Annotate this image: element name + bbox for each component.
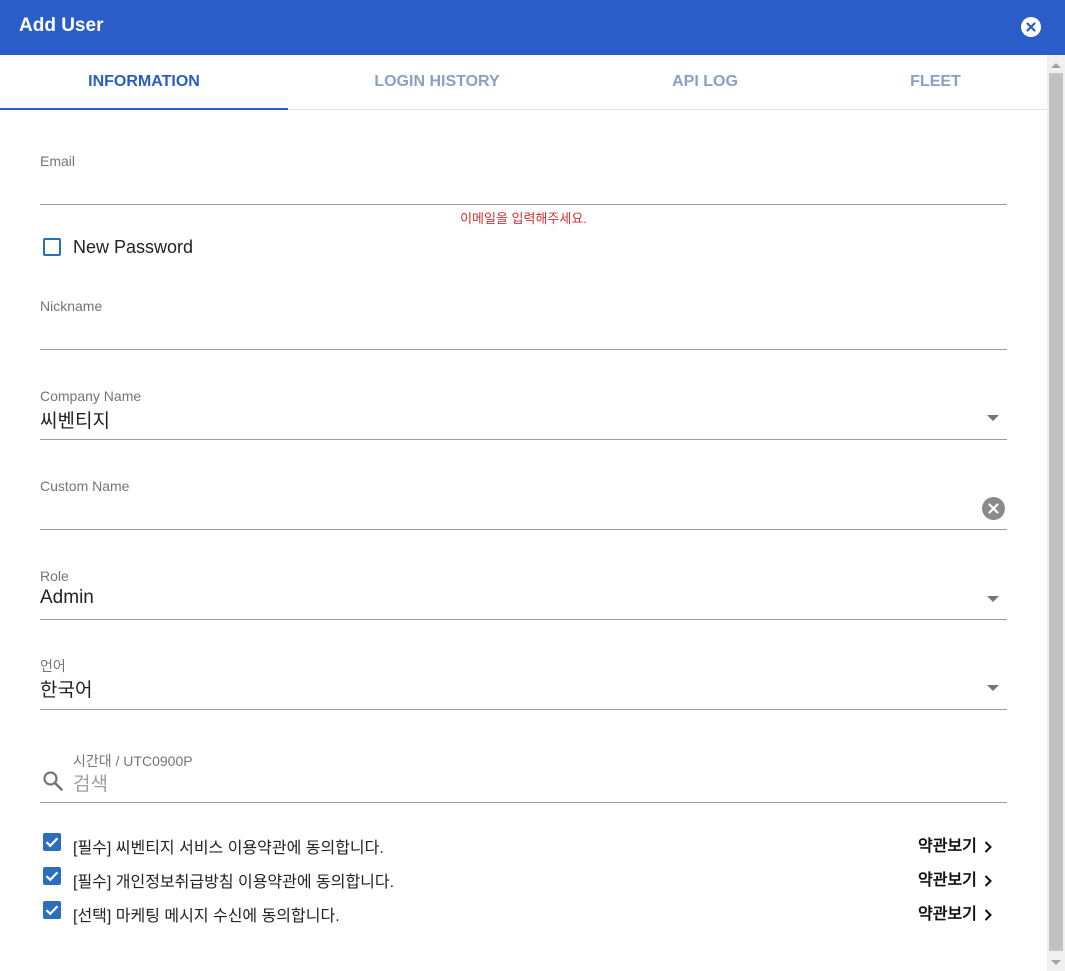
agreement-text-marketing: [선택] 마케팅 메시지 수신에 동의합니다. — [73, 908, 340, 925]
custom-name-label: Custom Name — [40, 478, 130, 494]
timezone-search-placeholder[interactable]: 검색 — [73, 769, 108, 796]
view-terms-link-service[interactable]: 약관보기 — [918, 832, 993, 856]
view-terms-label: 약관보기 — [918, 906, 977, 923]
nickname-underline — [40, 349, 1007, 350]
language-dropdown-arrow-icon[interactable] — [987, 685, 999, 691]
search-icon — [43, 771, 63, 791]
nickname-field[interactable]: Nickname — [40, 295, 1007, 355]
timezone-search-field[interactable]: 시간대 / UTC0900P 검색 — [40, 745, 1007, 805]
close-icon[interactable] — [1021, 17, 1041, 37]
view-terms-label: 약관보기 — [918, 872, 977, 889]
role-dropdown-arrow-icon[interactable] — [987, 596, 999, 602]
company-name-value: 씨벤티지 — [40, 411, 110, 432]
clear-icon[interactable] — [982, 497, 1005, 520]
language-label: 언어 — [40, 658, 66, 674]
agreement-checkbox-marketing[interactable] — [43, 901, 61, 919]
role-select[interactable]: Role Admin — [40, 565, 1007, 625]
company-name-select[interactable]: Company Name 씨벤티지 — [40, 385, 1007, 445]
view-terms-link-marketing[interactable]: 약관보기 — [918, 900, 993, 924]
new-password-checkbox[interactable] — [43, 238, 61, 256]
tab-fleet[interactable]: FLEET — [824, 55, 1047, 109]
tab-information[interactable]: INFORMATION — [0, 55, 288, 110]
dialog-title: Add User — [19, 15, 104, 36]
company-name-underline — [40, 439, 1007, 440]
email-underline — [40, 204, 1007, 205]
email-label: Email — [40, 153, 76, 169]
custom-name-underline — [40, 529, 1007, 530]
chevron-right-icon — [984, 875, 992, 887]
agreement-checkbox-privacy[interactable] — [43, 867, 61, 885]
chevron-right-icon — [984, 841, 992, 853]
timezone-underline — [40, 802, 1007, 803]
new-password-label: New Password — [73, 237, 194, 257]
company-name-dropdown-arrow-icon[interactable] — [987, 415, 999, 421]
email-field[interactable]: Email 이메일을 입력해주세요. — [40, 150, 1007, 230]
language-value: 한국어 — [40, 680, 93, 701]
scrollbar[interactable] — [1047, 55, 1065, 971]
nickname-label: Nickname — [40, 298, 103, 314]
scroll-down-arrow-icon[interactable] — [1051, 960, 1061, 965]
tab-login-history[interactable]: LOGIN HISTORY — [288, 55, 586, 109]
agreement-text-privacy: [필수] 개인정보취급방침 이용약관에 동의합니다. — [73, 874, 395, 891]
scroll-up-arrow-icon[interactable] — [1051, 63, 1061, 68]
timezone-label: 시간대 / UTC0900P — [73, 753, 193, 769]
role-label: Role — [40, 568, 69, 584]
language-underline — [40, 709, 1007, 710]
role-value: Admin — [40, 587, 94, 608]
company-name-label: Company Name — [40, 388, 142, 404]
dialog-header: Add User — [0, 0, 1065, 55]
tab-api-log[interactable]: API LOG — [586, 55, 824, 109]
scrollbar-thumb[interactable] — [1049, 73, 1063, 951]
language-select[interactable]: 언어 한국어 — [40, 655, 1007, 715]
agreement-checkbox-service[interactable] — [43, 833, 61, 851]
email-error-message: 이메일을 입력해주세요. — [460, 211, 587, 226]
custom-name-field[interactable]: Custom Name — [40, 475, 1007, 535]
tab-bar: INFORMATION LOGIN HISTORY API LOG FLEET — [0, 55, 1047, 110]
chevron-right-icon — [984, 909, 992, 921]
agreement-text-service: [필수] 씨벤티지 서비스 이용약관에 동의합니다. — [73, 840, 384, 857]
role-underline — [40, 619, 1007, 620]
view-terms-link-privacy[interactable]: 약관보기 — [918, 866, 993, 890]
view-terms-label: 약관보기 — [918, 838, 977, 855]
